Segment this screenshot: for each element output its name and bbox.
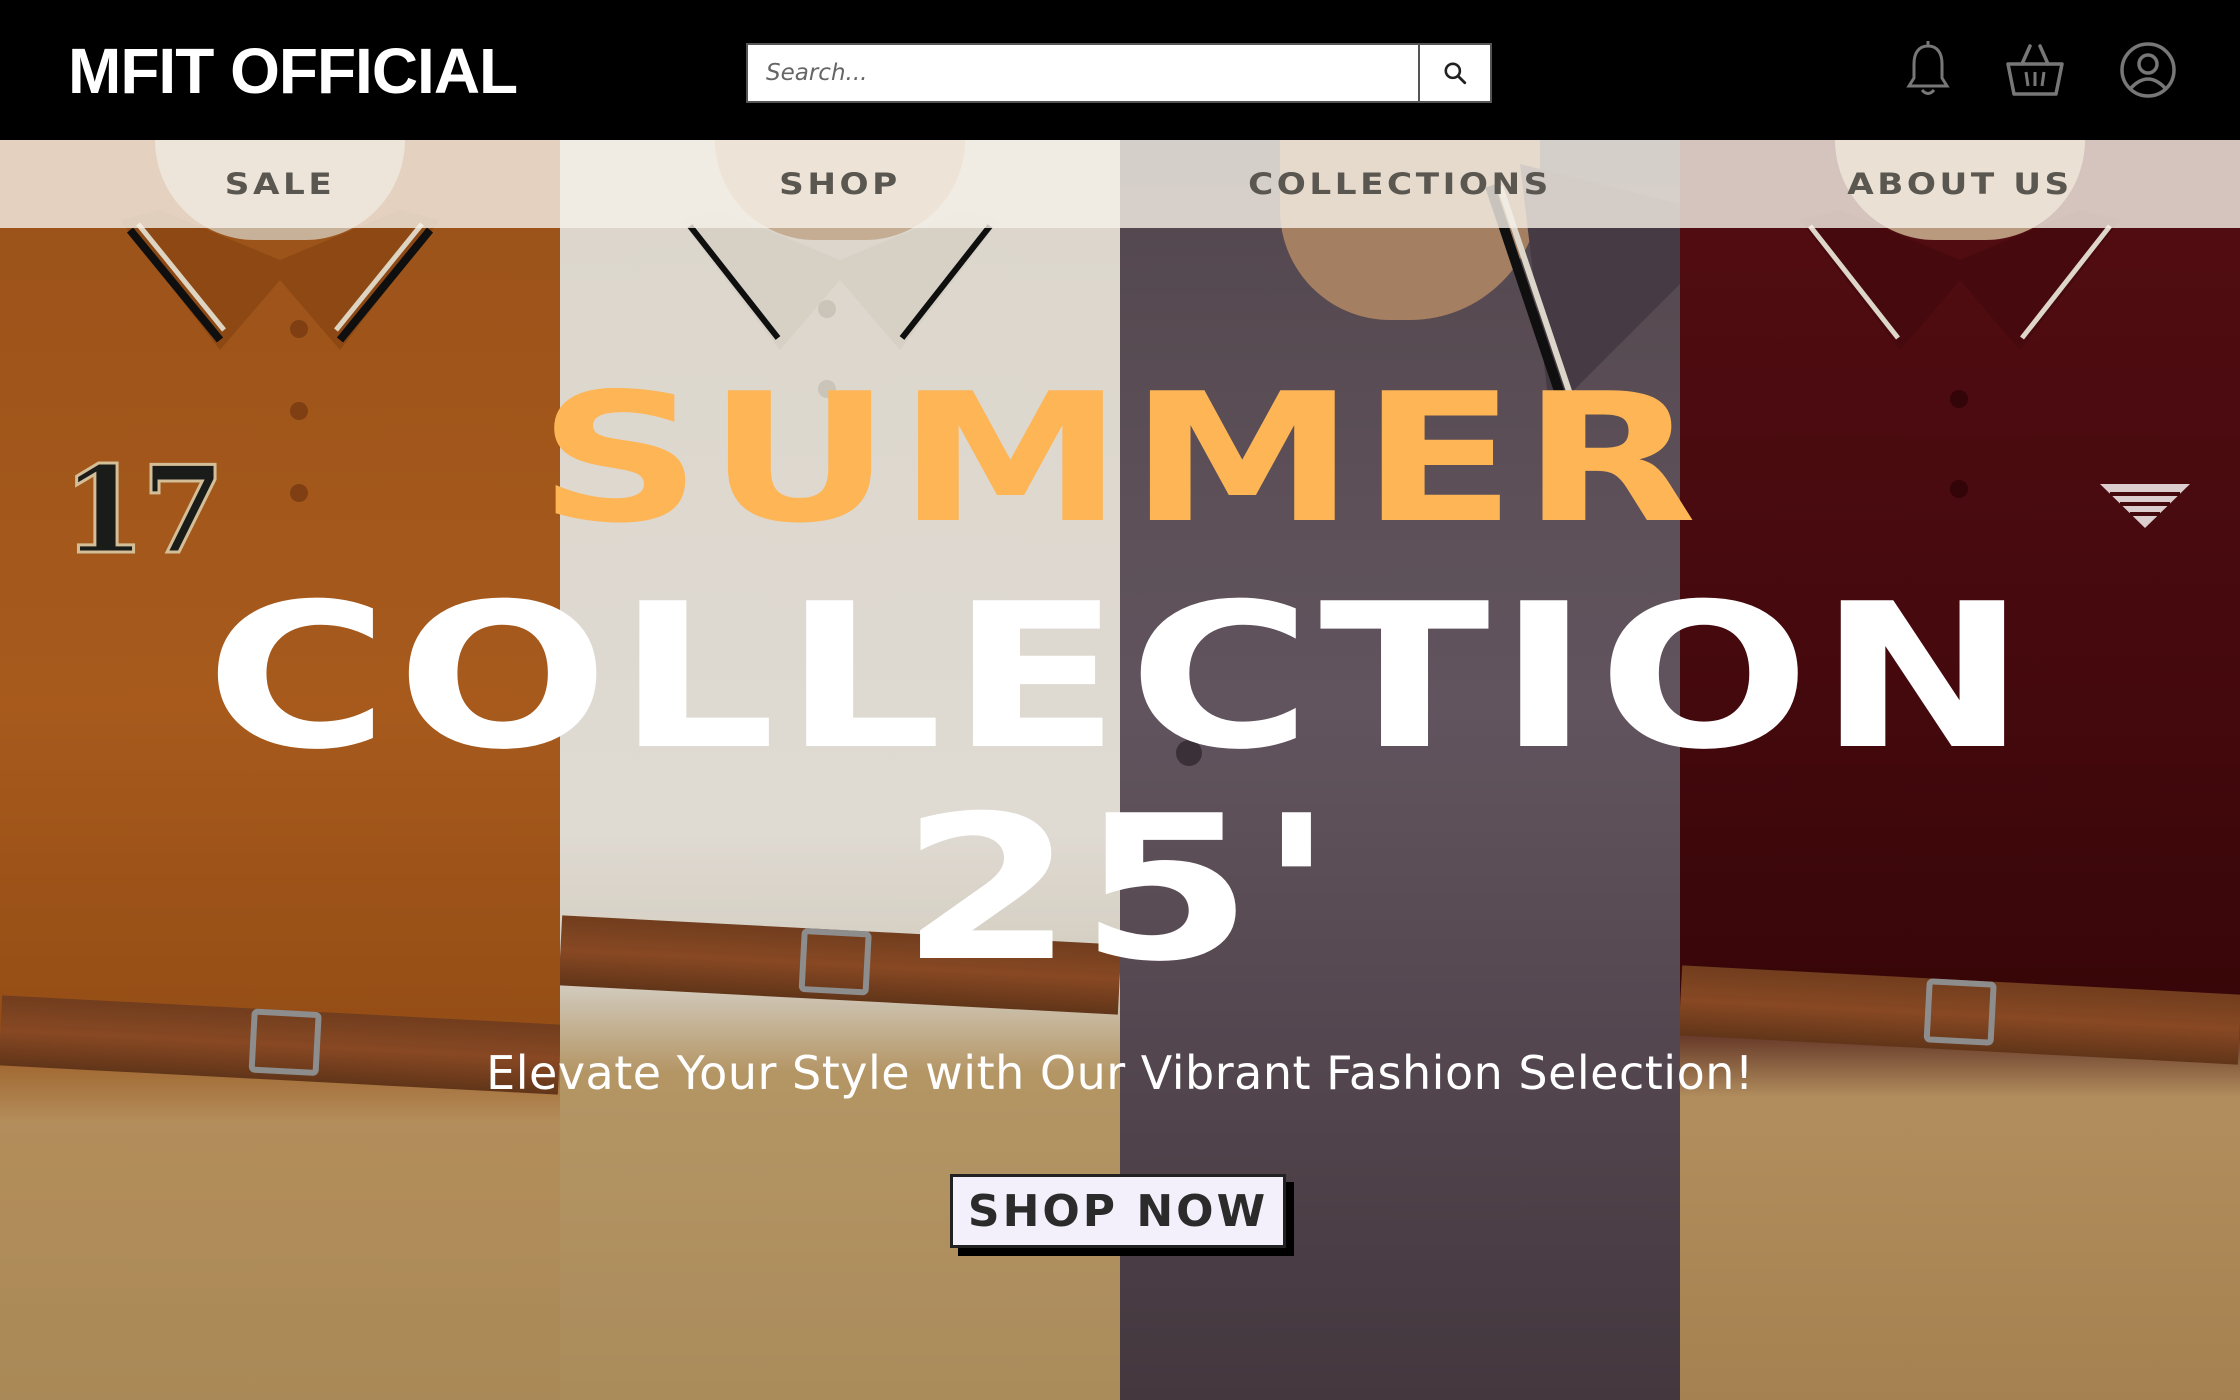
account-button[interactable] xyxy=(2118,40,2178,105)
nav-item-about-us[interactable]: ABOUT US xyxy=(1795,162,2125,206)
headline-year: 25' xyxy=(900,773,1340,1006)
headline-summer: SUMMER xyxy=(537,355,1703,562)
search-input[interactable] xyxy=(748,45,1418,101)
search-box xyxy=(746,43,1492,103)
bell-icon xyxy=(1906,41,1950,95)
search-icon xyxy=(1444,62,1467,85)
user-icon xyxy=(2120,42,2176,98)
search-button[interactable] xyxy=(1418,45,1490,101)
nav-item-collections[interactable]: COLLECTIONS xyxy=(1211,162,1589,206)
cart-button[interactable] xyxy=(2004,40,2066,107)
top-header: MFIT OFFICIAL xyxy=(0,0,2240,140)
hero-tagline: Elevate Your Style with Our Vibrant Fash… xyxy=(486,1046,1754,1100)
shop-now-button[interactable]: SHOP NOW xyxy=(950,1174,1286,1248)
notification-button[interactable] xyxy=(1904,40,1952,105)
main-nav: SALE SHOP COLLECTIONS ABOUT US xyxy=(0,140,2240,228)
brand-logo[interactable]: MFIT OFFICIAL xyxy=(68,36,518,106)
nav-item-shop[interactable]: SHOP xyxy=(757,162,922,206)
nav-item-sale[interactable]: SALE xyxy=(197,162,362,206)
headline-collection: COLLECTION xyxy=(205,561,2035,794)
basket-icon xyxy=(2006,44,2064,96)
